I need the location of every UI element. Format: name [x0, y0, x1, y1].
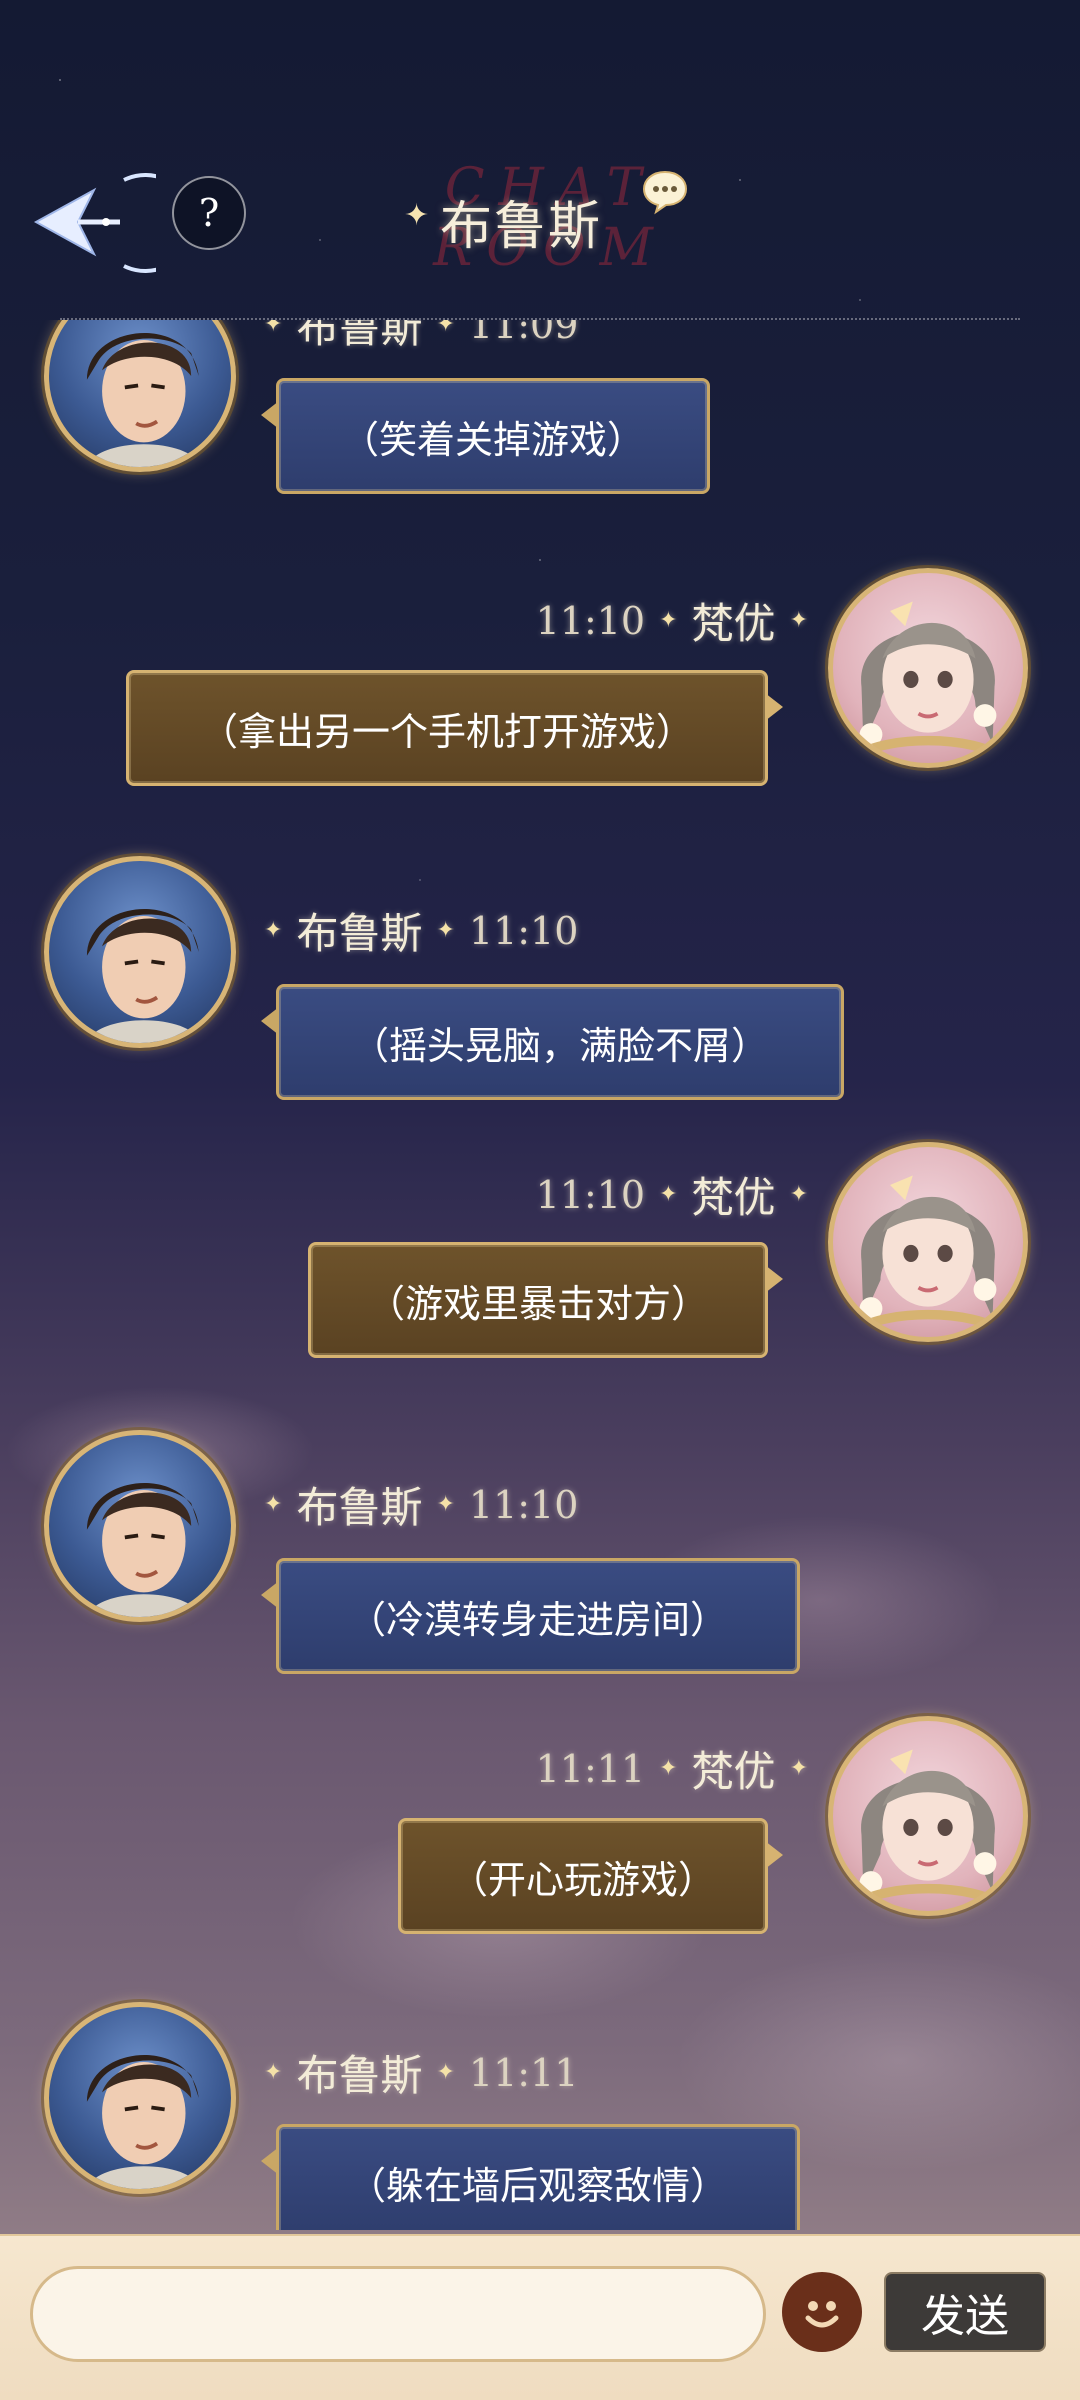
message-meta: 11:10 ✦ 梵优 ✦ — [536, 1164, 808, 1225]
avatar-bruce[interactable] — [44, 1430, 236, 1622]
sender-name: 梵优 — [691, 1173, 776, 1222]
sparkle-icon: ✦ — [264, 918, 283, 943]
avatar-fanyou[interactable] — [828, 1716, 1028, 1916]
sparkle-icon: ✦ — [659, 1756, 678, 1781]
sender-name: 梵优 — [691, 599, 776, 648]
bruce-portrait — [86, 1482, 201, 1617]
message-time: 11:11 — [468, 2050, 579, 2095]
fanyou-portrait — [848, 1175, 1008, 1337]
sender-name: 布鲁斯 — [296, 2051, 423, 2100]
message-bubble[interactable]: （摇头晃脑，满脸不屑） — [261, 984, 844, 1100]
message-bubble[interactable]: （冷漠转身走进房间） — [261, 1558, 800, 1674]
sparkle-icon: ✦ — [436, 918, 455, 943]
avatar-bruce[interactable] — [44, 2002, 236, 2194]
fanyou-portrait — [848, 601, 1008, 763]
fanyou-portrait — [848, 1749, 1008, 1911]
message-meta: 11:11 ✦ 梵优 ✦ — [536, 1738, 808, 1799]
avatar-bruce[interactable] — [44, 856, 236, 1048]
message-bubble[interactable]: （拿出另一个手机打开游戏） — [126, 670, 783, 786]
sparkle-icon: ✦ — [789, 1182, 808, 1207]
chat-message-right: 11:10 ✦ 梵优 ✦ （拿出另一个手机打开游戏） — [0, 568, 1080, 798]
avatar-fanyou[interactable] — [828, 1142, 1028, 1342]
bruce-portrait — [86, 2054, 201, 2189]
sender-name: 梵优 — [691, 1747, 776, 1796]
sender-name: 布鲁斯 — [296, 1483, 423, 1532]
bruce-portrait — [86, 332, 201, 467]
sparkle-icon: ✦ — [436, 320, 455, 337]
emoji-button[interactable] — [782, 2272, 862, 2352]
message-time: 11:10 — [535, 598, 646, 643]
bruce-portrait — [86, 908, 201, 1043]
message-input[interactable] — [30, 2266, 766, 2362]
sparkle-icon: ✦ — [436, 2060, 455, 2085]
message-time: 11:09 — [468, 320, 579, 347]
help-button[interactable]: ? — [172, 176, 246, 250]
back-button[interactable] — [24, 164, 156, 282]
message-bubble[interactable]: （躲在墙后观察敌情） — [261, 2124, 800, 2230]
message-meta: ✦ 布鲁斯 ✦ 11:10 — [264, 900, 578, 961]
message-time: 11:10 — [468, 908, 579, 953]
chat-message-left: ✦ 布鲁斯 ✦ 11:09 （笑着关掉游戏） — [0, 320, 1080, 500]
message-meta: ✦ 布鲁斯 ✦ 11:09 — [264, 320, 578, 355]
page-title: 布鲁斯 — [440, 197, 603, 257]
sparkle-icon: ✦ — [404, 198, 430, 233]
sender-name: 布鲁斯 — [296, 909, 423, 958]
avatar-bruce[interactable] — [44, 320, 236, 472]
sparkle-icon: ✦ — [659, 608, 678, 633]
message-bubble[interactable]: （笑着关掉游戏） — [261, 378, 710, 494]
sparkle-icon: ✦ — [264, 1492, 283, 1517]
speech-bubble-icon — [642, 170, 688, 215]
sparkle-icon: ✦ — [436, 1492, 455, 1517]
send-button[interactable]: 发送 — [884, 2272, 1046, 2352]
message-bubble[interactable]: （游戏里暴击对方） — [308, 1242, 783, 1358]
sparkle-icon: ✦ — [659, 1182, 678, 1207]
chat-message-left: ✦ 布鲁斯 ✦ 11:10 （冷漠转身走进房间） — [0, 1430, 1080, 1674]
message-meta: ✦ 布鲁斯 ✦ 11:11 — [264, 2042, 578, 2103]
sparkle-icon: ✦ — [789, 608, 808, 633]
chat-list[interactable]: ✦ 布鲁斯 ✦ 11:09 （笑着关掉游戏） 11:10 ✦ 梵优 ✦ （拿出另… — [0, 320, 1080, 2230]
sender-name: 布鲁斯 — [296, 320, 423, 352]
message-meta: 11:10 ✦ 梵优 ✦ — [536, 590, 808, 651]
message-bubble[interactable]: （开心玩游戏） — [398, 1818, 783, 1934]
input-bar: 发送 — [0, 2234, 1080, 2400]
smiley-icon — [805, 2301, 839, 2328]
message-time: 11:11 — [535, 1746, 646, 1791]
chat-message-left: ✦ 布鲁斯 ✦ 11:11 （躲在墙后观察敌情） — [0, 2002, 1080, 2230]
message-meta: ✦ 布鲁斯 ✦ 11:10 — [264, 1474, 578, 1535]
message-time: 11:10 — [468, 1482, 579, 1527]
chat-message-right: 11:11 ✦ 梵优 ✦ （开心玩游戏） — [0, 1716, 1080, 1946]
sparkle-icon: ✦ — [264, 320, 283, 337]
avatar-fanyou[interactable] — [828, 568, 1028, 768]
sparkle-icon: ✦ — [789, 1756, 808, 1781]
message-time: 11:10 — [535, 1172, 646, 1217]
chat-message-left: ✦ 布鲁斯 ✦ 11:10 （摇头晃脑，满脸不屑） — [0, 856, 1080, 1100]
chat-header: ? CHAT ROOM ✦ 布鲁斯 — [0, 150, 1080, 290]
sparkle-icon: ✦ — [264, 2060, 283, 2085]
back-arrow-icon — [33, 173, 156, 273]
chat-message-right: 11:10 ✦ 梵优 ✦ （游戏里暴击对方） — [0, 1142, 1080, 1372]
